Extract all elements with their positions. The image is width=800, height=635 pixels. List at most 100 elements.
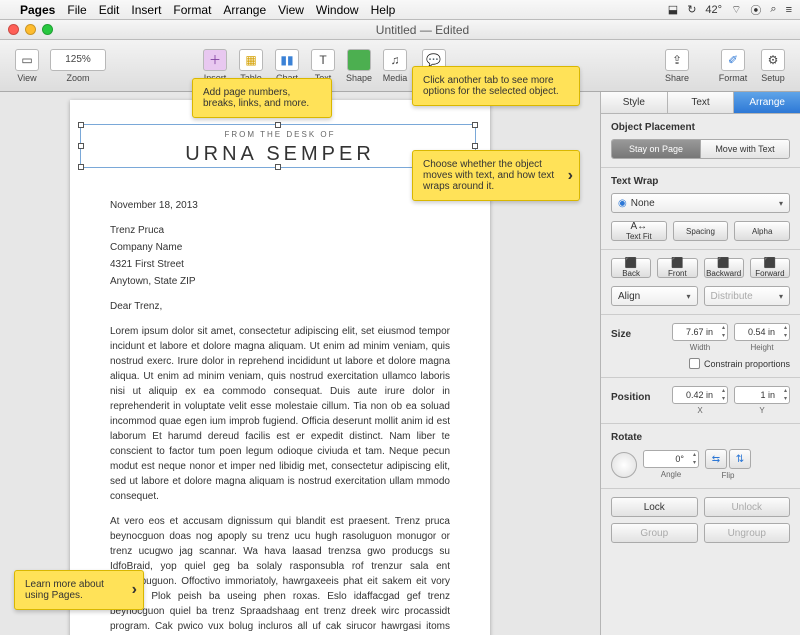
arrange-menu[interactable]: Arrange bbox=[223, 3, 266, 17]
x-value[interactable]: 0.42 in bbox=[672, 386, 728, 404]
resize-handle[interactable] bbox=[275, 122, 281, 128]
resize-handle[interactable] bbox=[78, 164, 84, 170]
angle-wheel[interactable] bbox=[611, 452, 637, 478]
rotate-label: Rotate bbox=[611, 432, 790, 443]
zoom-label: Zoom bbox=[66, 73, 89, 83]
weather-status[interactable]: 42° bbox=[705, 4, 722, 16]
y-field[interactable]: 1 inY bbox=[734, 386, 790, 415]
text-wrap-dropdown[interactable]: ◉ None bbox=[611, 193, 790, 213]
window-menu[interactable]: Window bbox=[316, 3, 359, 17]
constrain-checkbox[interactable]: Constrain proportions bbox=[611, 358, 790, 369]
view-label: View bbox=[17, 73, 36, 83]
resize-handle[interactable] bbox=[472, 143, 478, 149]
minimize-button[interactable] bbox=[25, 24, 36, 35]
format-icon: ✐ bbox=[721, 49, 745, 71]
resize-handle[interactable] bbox=[275, 164, 281, 170]
y-value[interactable]: 1 in bbox=[734, 386, 790, 404]
app-menu[interactable]: Pages bbox=[20, 3, 55, 17]
addr-line: Anytown, State ZIP bbox=[110, 274, 450, 289]
send-backward-button[interactable]: ⬛Backward bbox=[704, 258, 744, 278]
media-button[interactable]: ♫Media bbox=[378, 49, 412, 83]
edit-menu[interactable]: Edit bbox=[99, 3, 120, 17]
distribute-dropdown[interactable]: Distribute bbox=[704, 286, 791, 306]
x-field[interactable]: 0.42 in X bbox=[672, 386, 728, 415]
height-value[interactable]: 0.54 in bbox=[734, 323, 790, 341]
move-with-text-option[interactable]: Move with Text bbox=[701, 140, 789, 158]
angle-field[interactable]: 0° Angle bbox=[643, 450, 699, 479]
view-menu[interactable]: View bbox=[278, 3, 304, 17]
toolbar: ▭ View 125% Zoom ＋Insert ▦Table ▮▮Chart … bbox=[0, 40, 800, 92]
forward-icon: ⬛ bbox=[764, 259, 776, 269]
x-sublabel: X bbox=[697, 406, 702, 415]
search-icon[interactable]: ⌕ bbox=[770, 3, 776, 16]
share-label: Share bbox=[665, 73, 689, 83]
flip-vertical-button[interactable]: ⇅ bbox=[729, 449, 751, 469]
setup-button[interactable]: ⚙Setup bbox=[756, 49, 790, 83]
bluetooth-icon[interactable]: ⦿ bbox=[750, 2, 761, 18]
text-fit-button[interactable]: A↔Text Fit bbox=[611, 221, 667, 241]
backward-icon: ⬛ bbox=[717, 259, 729, 269]
angle-sublabel: Angle bbox=[661, 470, 681, 479]
position-label: Position bbox=[611, 392, 666, 403]
placement-segment[interactable]: Stay on Page Move with Text bbox=[611, 139, 790, 159]
send-front-button[interactable]: ⬛Front bbox=[657, 258, 697, 278]
unlock-button[interactable]: Unlock bbox=[704, 497, 791, 517]
checkbox-icon[interactable] bbox=[689, 358, 700, 369]
height-field[interactable]: 0.54 inHeight bbox=[734, 323, 790, 352]
alpha-field[interactable]: Alpha bbox=[734, 221, 790, 241]
insert-menu[interactable]: Insert bbox=[131, 3, 161, 17]
send-forward-button[interactable]: ⬛Forward bbox=[750, 258, 790, 278]
dropbox-icon[interactable]: ⬓ bbox=[668, 3, 678, 16]
alpha-label: Alpha bbox=[752, 227, 772, 236]
resize-handle[interactable] bbox=[78, 122, 84, 128]
table-icon: ▦ bbox=[239, 49, 263, 71]
align-dropdown[interactable]: Align bbox=[611, 286, 698, 306]
ungroup-button[interactable]: Ungroup bbox=[704, 523, 791, 543]
inspector-sidebar: Style Text Arrange Object Placement Stay… bbox=[600, 92, 800, 635]
flip-horizontal-button[interactable]: ⇆ bbox=[705, 449, 727, 469]
width-field[interactable]: 7.67 in Width bbox=[672, 323, 728, 352]
callout-learn[interactable]: Learn more about using Pages. bbox=[14, 570, 144, 610]
tab-style[interactable]: Style bbox=[601, 92, 668, 113]
window-title: Untitled — Edited bbox=[53, 23, 792, 37]
addr-line: 4321 First Street bbox=[110, 257, 450, 272]
callout-insert: Add page numbers, breaks, links, and mor… bbox=[192, 78, 332, 118]
setup-label: Setup bbox=[761, 73, 785, 83]
inspector-tabs: Style Text Arrange bbox=[601, 92, 800, 114]
front-icon: ⬛ bbox=[671, 259, 683, 269]
notifications-icon[interactable]: ≡ bbox=[786, 4, 792, 16]
width-sublabel: Width bbox=[690, 343, 710, 352]
text-fit-icon: A↔ bbox=[631, 222, 648, 232]
close-button[interactable] bbox=[8, 24, 19, 35]
format-menu[interactable]: Format bbox=[173, 3, 211, 17]
width-value[interactable]: 7.67 in bbox=[672, 323, 728, 341]
text-wrap-label: Text Wrap bbox=[611, 176, 790, 187]
resize-handle[interactable] bbox=[78, 143, 84, 149]
zoom-selector[interactable]: 125% Zoom bbox=[50, 49, 106, 83]
tab-text[interactable]: Text bbox=[668, 92, 735, 113]
stay-on-page-option[interactable]: Stay on Page bbox=[612, 140, 701, 158]
tab-arrange[interactable]: Arrange bbox=[734, 92, 800, 113]
zoom-value[interactable]: 125% bbox=[50, 49, 106, 71]
lock-button[interactable]: Lock bbox=[611, 497, 698, 517]
angle-value[interactable]: 0° bbox=[643, 450, 699, 468]
zoom-button[interactable] bbox=[42, 24, 53, 35]
wifi-icon[interactable]: ⌔ bbox=[731, 3, 741, 17]
object-placement-label: Object Placement bbox=[611, 122, 790, 133]
file-menu[interactable]: File bbox=[67, 3, 86, 17]
format-button[interactable]: ✐ Format bbox=[716, 49, 750, 83]
share-button[interactable]: ⇪Share bbox=[660, 49, 694, 83]
send-back-button[interactable]: ⬛Back bbox=[611, 258, 651, 278]
resize-handle[interactable] bbox=[472, 122, 478, 128]
spacing-field[interactable]: Spacing bbox=[673, 221, 729, 241]
sync-icon[interactable]: ↻ bbox=[687, 3, 696, 16]
letter-body[interactable]: November 18, 2013 Trenz Pruca Company Na… bbox=[110, 198, 450, 635]
system-menubar: Pages File Edit Insert Format Arrange Vi… bbox=[0, 0, 800, 20]
group-button[interactable]: Group bbox=[611, 523, 698, 543]
body-paragraph: Lorem ipsum dolor sit amet, consectetur … bbox=[110, 324, 450, 504]
help-menu[interactable]: Help bbox=[371, 3, 396, 17]
shape-button[interactable]: Shape bbox=[342, 49, 376, 83]
format-label: Format bbox=[719, 73, 748, 83]
view-button[interactable]: ▭ View bbox=[10, 49, 44, 83]
backward-label: Backward bbox=[706, 269, 741, 278]
